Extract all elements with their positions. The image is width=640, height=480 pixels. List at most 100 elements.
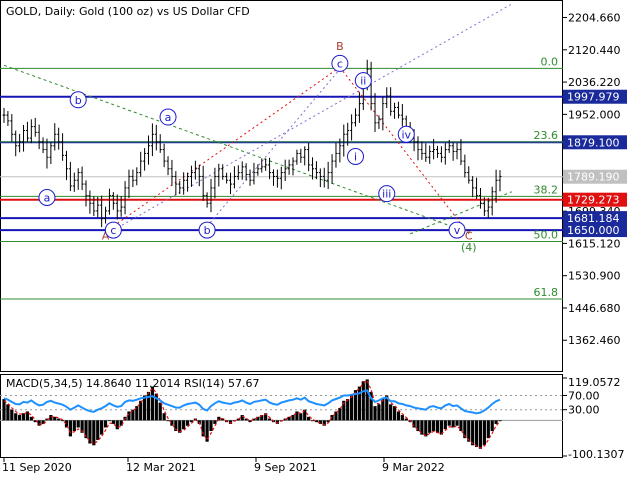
level-tag-label: 1789.190 [567,171,620,184]
macd-bar [498,420,502,422]
macd-bar [21,413,26,421]
macd-bar [14,413,18,421]
macd-bar [92,420,96,446]
wave-label-minor: b [204,224,211,237]
indicator-tick-label: 119.0572 [568,376,621,389]
wave-label-minor: b [75,94,82,107]
macd-bar [267,418,272,421]
macd-bar [478,420,483,449]
macd-bar [455,420,459,426]
macd-bar [377,404,381,421]
level-tag-label: 1650.000 [567,224,620,237]
macd-bar [37,420,41,426]
macd-bar [373,406,377,421]
macd-bar [107,420,112,422]
macd-bar [396,411,401,421]
macd-bar [60,420,65,422]
fib-label: 61.8 [534,286,559,299]
level-tag-label: 1879.100 [567,136,620,149]
macd-bar [432,420,436,432]
macd-bar [57,418,61,421]
indicator-axis: 119.057270.00 30.00 -100.1307 [563,376,624,461]
indicator-tick-label: -100.1307 [568,448,624,461]
macd-bar [404,418,408,421]
macd-bar [482,420,486,446]
macd-bar [349,395,354,421]
macd-bar [29,416,33,421]
wave-label-major: B [336,40,344,53]
wave-label-major: (4) [461,241,477,254]
price-tick-label: 2204.660 [568,12,621,25]
macd-bar [6,404,10,421]
indicator-title: MACD(5,34,5) 14.8640 11.2014 RSI(14) 57.… [6,377,259,390]
macd-bar [392,406,397,421]
macd-bar [185,420,190,426]
macd-bar [443,420,447,430]
macd-bar [424,420,428,437]
time-axis: 11 Sep 2020 12 Mar 2021 9 Sep 2021 9 Mar 20… [2,458,445,474]
macd-bar [435,420,440,433]
price-tick-label: 1952.000 [568,108,621,121]
macd-bar [474,420,479,448]
macd-bar [428,420,432,433]
wave-label-minor: v [454,224,461,237]
macd-bar [486,420,490,439]
macd-bar [18,415,22,421]
level-tag-label: 1997.979 [567,91,620,104]
macd-bar [100,420,104,435]
macd-bar [334,411,338,421]
fib-label: 23.6 [534,129,559,142]
indicator-tick-label: 70.00 [568,389,600,402]
price-tick-label: 1530.900 [568,270,621,283]
macd-bar [361,381,365,421]
wave-label-minor: a [44,191,51,204]
macd-bar [68,420,72,437]
macd-bar [459,420,463,432]
macd-bar [150,386,155,421]
wave-label-minor: a [165,111,172,124]
macd-bar [209,420,213,432]
time-tick-label: 11 Sep 2020 [2,461,72,474]
macd-bar [494,420,498,424]
fib-label: 38.2 [534,183,559,196]
fib-label: 50.0 [534,229,559,242]
price-tick-label: 1615.120 [568,237,621,250]
macd-bar [471,420,475,446]
macd-bar [416,420,420,432]
time-tick-label: 9 Sep 2021 [254,461,317,474]
level-tag-label: 1729.273 [567,194,620,207]
macd-bar [158,402,162,421]
price-tick-label: 2120.440 [568,44,621,57]
wave-label-minor: i [354,150,357,163]
fib-label: 0.0 [541,55,559,68]
time-tick-label: 12 Mar 2021 [126,461,196,474]
macd-bar [49,415,53,421]
macd-bar [447,420,451,426]
macd-bar [365,379,369,421]
macd-bar [72,420,76,432]
macd-bar [389,404,393,421]
wave-label-minor: ii [360,75,366,88]
wave-label-minor: iii [382,188,391,201]
macd-bar [103,420,108,428]
price-tick-label: 1446.680 [568,302,621,315]
wave-label-minor: iv [401,128,411,141]
macd-bar [299,413,303,421]
indicator-tick-label: 30.00 [568,404,600,417]
macd-bar [400,415,404,421]
macd-bar [10,409,14,421]
macd-bar [115,420,119,430]
time-tick-label: 9 Mar 2022 [382,461,445,474]
macd-bar [182,420,186,430]
macd-bar [162,413,166,421]
macd-bar [139,400,143,421]
macd-bar [381,399,385,421]
macd-bar [142,395,147,421]
wave-label-minor: c [110,224,116,237]
macd-bar [490,420,494,432]
macd-bar [96,420,100,440]
chart-root: 0.023.638.250.061.8 ABC(4)abcabciiiiiiiv… [0,0,627,474]
chart-title: GOLD, Daily: Gold (100 oz) vs US Dollar … [6,5,250,18]
price-tick-label: 1362.460 [568,334,621,347]
price-tick-label: 2036.220 [568,76,621,89]
